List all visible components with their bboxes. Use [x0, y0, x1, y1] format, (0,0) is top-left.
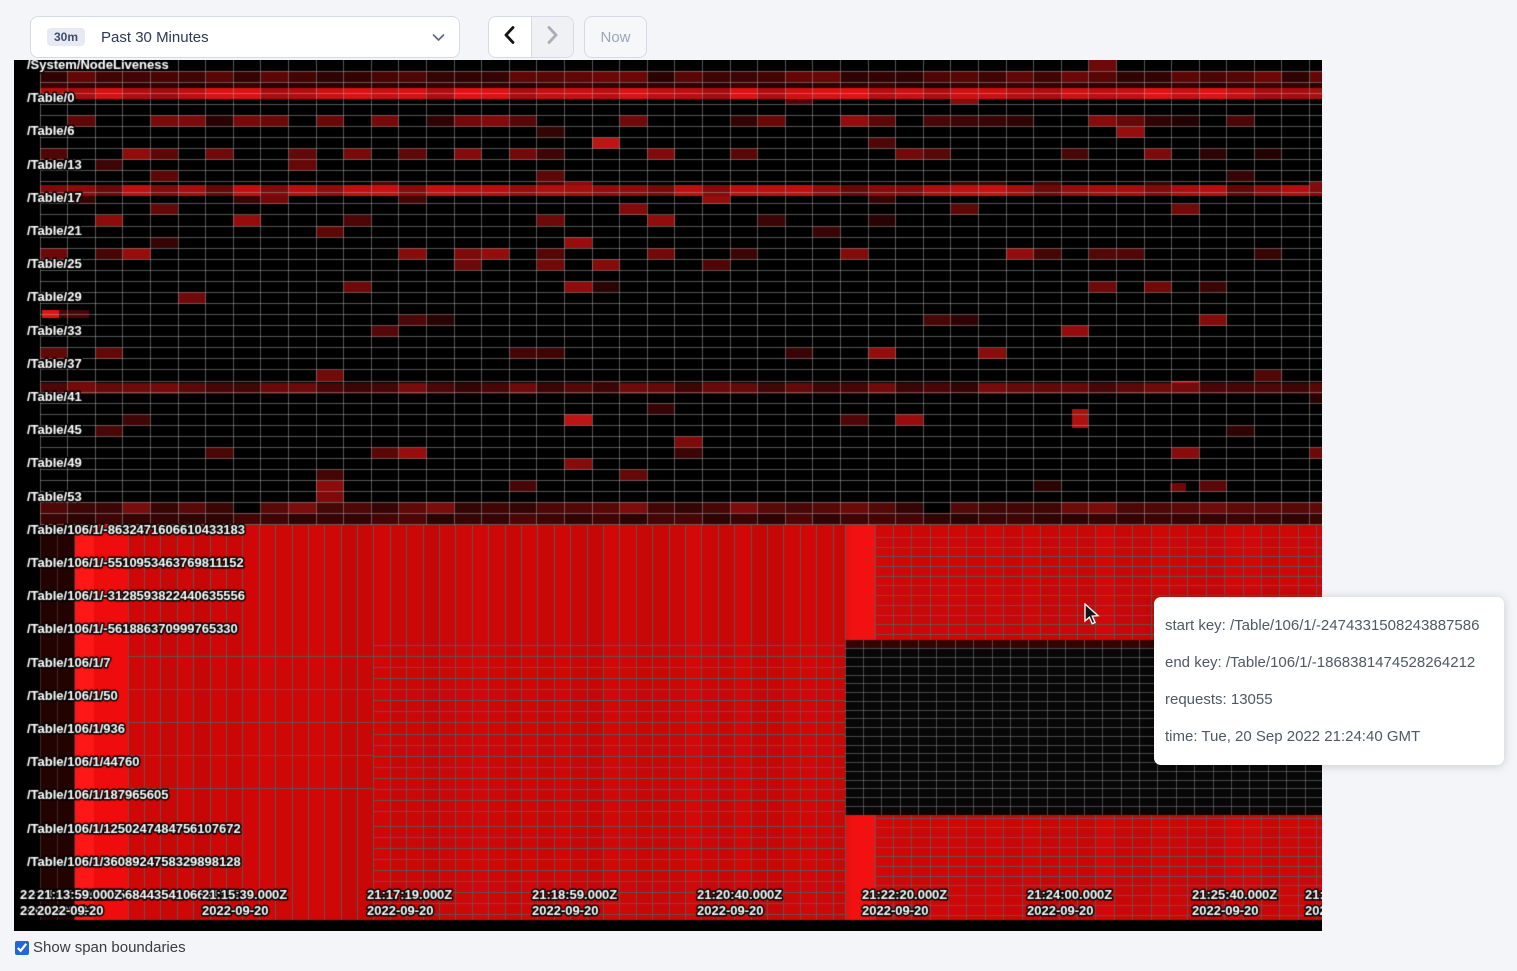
- chevron-left-icon: [504, 26, 515, 49]
- tooltip-end-key: end key: /Table/106/1/-18683814745282642…: [1165, 644, 1490, 681]
- tooltip-requests: requests: 13055: [1165, 681, 1490, 718]
- prev-button[interactable]: [489, 17, 531, 57]
- chevron-down-icon: [432, 33, 445, 42]
- now-button[interactable]: Now: [584, 16, 647, 58]
- show-span-boundaries-row: Show span boundaries: [14, 939, 186, 956]
- show-span-boundaries-label: Show span boundaries: [33, 939, 186, 956]
- now-button-label: Now: [600, 29, 630, 46]
- key-visualizer-canvas[interactable]: [14, 60, 1322, 931]
- time-range-badge: 30m: [47, 28, 85, 46]
- time-nav-group: [488, 16, 574, 58]
- chevron-right-icon: [547, 26, 558, 49]
- hover-tooltip: start key: /Table/106/1/-247433150824388…: [1154, 597, 1504, 765]
- tooltip-start-key: start key: /Table/106/1/-247433150824388…: [1165, 607, 1490, 644]
- time-range-select[interactable]: 30m Past 30 Minutes: [30, 16, 460, 58]
- next-button[interactable]: [531, 17, 574, 57]
- time-range-label: Past 30 Minutes: [101, 29, 209, 46]
- tooltip-time: time: Tue, 20 Sep 2022 21:24:40 GMT: [1165, 718, 1490, 755]
- show-span-boundaries-checkbox[interactable]: [15, 941, 29, 955]
